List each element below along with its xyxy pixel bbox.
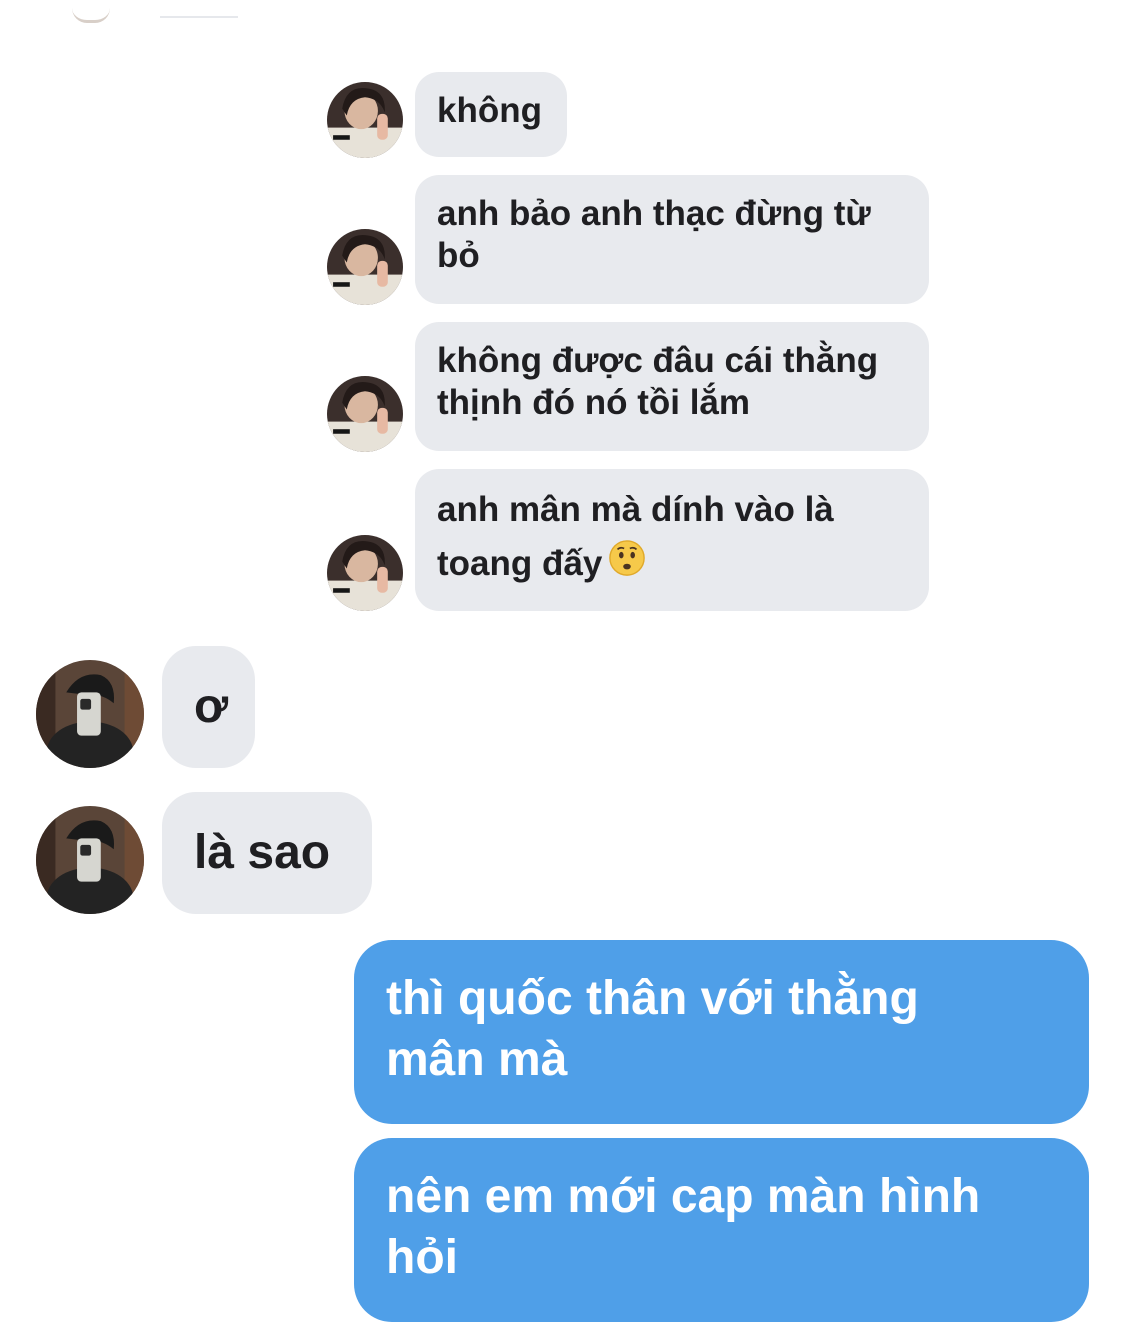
message-text: ơ [194, 680, 229, 734]
message-bubble-incoming[interactable]: không [415, 72, 567, 157]
contact-avatar[interactable] [327, 535, 403, 611]
message-text: là sao [194, 826, 331, 880]
contact-avatar[interactable] [327, 376, 403, 452]
message-text: toang đấy [437, 544, 603, 584]
message-text-line: hỏi [386, 1231, 458, 1285]
message-text-line: anh bảo anh thạc đừng từ [437, 194, 871, 233]
person-photo-icon [36, 806, 144, 914]
person-photo-icon [327, 82, 403, 158]
message-text-line: bỏ [437, 236, 480, 275]
worried-face-emoji-icon [608, 539, 646, 593]
person-photo-icon [36, 660, 144, 768]
message-text-line: thịnh đó nó tồi lắm [437, 383, 751, 422]
contact-avatar[interactable] [36, 660, 144, 768]
contact-avatar[interactable] [327, 82, 403, 158]
message-bubble-incoming[interactable]: anh bảo anh thạc đừng từ bỏ [415, 175, 929, 304]
person-photo-icon [327, 376, 403, 452]
message-bubble-incoming[interactable]: là sao [162, 792, 372, 914]
message-text-line: mân mà [386, 1033, 568, 1087]
previous-message-fragment [0, 0, 1125, 30]
message-text-line: thì quốc thân với thằng [386, 972, 919, 1025]
message-bubble-incoming[interactable]: không được đâu cái thằng thịnh đó nó tồi… [415, 322, 929, 451]
message-bubble-outgoing[interactable]: thì quốc thân với thằng mân mà [354, 940, 1089, 1124]
person-photo-icon [327, 535, 403, 611]
person-photo-icon [327, 229, 403, 305]
message-text-line: không được đâu cái thằng [437, 341, 879, 380]
message-text-line-with-emoji: toang đấy [437, 537, 907, 593]
message-text-line: anh mân mà dính vào là [437, 490, 834, 529]
message-text-line: nên em mới cap màn hình [386, 1170, 981, 1223]
contact-avatar[interactable] [36, 806, 144, 914]
message-bubble-outgoing[interactable]: nên em mới cap màn hình hỏi [354, 1138, 1089, 1322]
cropped-avatar-edge [72, 8, 110, 23]
message-bubble-incoming[interactable]: ơ [162, 646, 255, 768]
cropped-divider [160, 16, 238, 18]
message-text: không [437, 91, 542, 130]
contact-avatar[interactable] [327, 229, 403, 305]
message-bubble-incoming[interactable]: anh mân mà dính vào là toang đấy [415, 469, 929, 611]
